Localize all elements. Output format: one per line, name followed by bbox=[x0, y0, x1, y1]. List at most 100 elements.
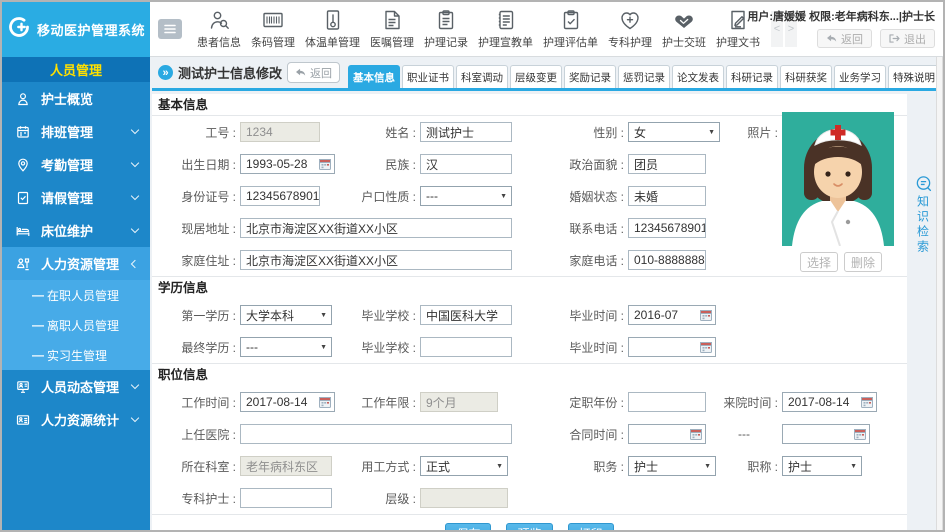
bed-icon bbox=[16, 224, 32, 238]
scrollbar[interactable] bbox=[936, 57, 943, 530]
sidebar-item-leave[interactable]: 请假管理 bbox=[2, 181, 150, 214]
sidebar-item-personnel-dynamics[interactable]: 人员动态管理 bbox=[2, 370, 150, 403]
temperature-sheet-icon bbox=[321, 8, 345, 32]
school1-field[interactable]: 中国医科大学 bbox=[420, 305, 512, 325]
page-back-button[interactable]: 返回 bbox=[287, 62, 340, 83]
sidebar-subitem-interns[interactable]: — 实习生管理 bbox=[2, 340, 150, 370]
work-start-label: 工作时间 : bbox=[156, 394, 236, 411]
contract-end-input[interactable] bbox=[782, 424, 870, 444]
toolbar-item-specialty-nursing[interactable]: 专科护理 bbox=[603, 8, 657, 50]
select-caret-icon: ▼ bbox=[320, 312, 327, 319]
tab-special-notes[interactable]: 特殊说明 bbox=[888, 65, 940, 88]
sidebar-submenu-hr: — 在职人员管理 — 离职人员管理 — 实习生管理 bbox=[2, 280, 150, 370]
sidebar-subitem-active-staff[interactable]: — 在职人员管理 bbox=[2, 280, 150, 310]
employment-type-select[interactable]: 正式▼ bbox=[420, 456, 508, 476]
specialist-nurse-field[interactable] bbox=[240, 488, 332, 508]
toolbar-item-education-sheet[interactable]: 护理宣教单 bbox=[473, 8, 538, 50]
logout-button[interactable]: 退出 bbox=[880, 29, 935, 48]
prev-hospital-field[interactable] bbox=[240, 424, 512, 444]
job-title-label: 职称 : bbox=[698, 458, 778, 475]
phone-field[interactable]: 12345678901 bbox=[628, 218, 706, 238]
toolbar-item-assessment-sheet[interactable]: 护理评估单 bbox=[538, 8, 603, 50]
ethnicity-field[interactable]: 汉 bbox=[420, 154, 512, 174]
work-years-label: 工作年限 : bbox=[338, 394, 416, 411]
nursing-record-icon bbox=[434, 8, 458, 32]
toolbar-item-medical-orders[interactable]: 医嘱管理 bbox=[365, 8, 419, 50]
title-year-label: 定职年份 : bbox=[544, 394, 624, 411]
tab-penalties[interactable]: 惩罚记录 bbox=[618, 65, 670, 88]
job-title-select[interactable]: 护士▼ bbox=[782, 456, 862, 476]
photo-delete-button[interactable]: 删除 bbox=[844, 252, 882, 272]
nurse-photo bbox=[782, 112, 894, 246]
schedule-calendar-icon bbox=[16, 125, 32, 139]
tab-research-records[interactable]: 科研记录 bbox=[726, 65, 778, 88]
family-phone-field[interactable]: 010-88888888 bbox=[628, 250, 706, 270]
user-block: 用户:唐媛媛 权限:老年病科东...|护士长 返回 退出 bbox=[747, 8, 935, 48]
top-back-button[interactable]: 返回 bbox=[817, 29, 872, 48]
toolbar-item-patient-info[interactable]: 患者信息 bbox=[192, 8, 246, 50]
marital-status-field[interactable]: 未婚 bbox=[628, 186, 706, 206]
personnel-dynamics-icon bbox=[16, 380, 32, 394]
page-title: 测试护士信息修改 bbox=[178, 63, 282, 82]
sidebar-item-hr-management[interactable]: 人力资源管理 bbox=[2, 247, 150, 280]
sidebar-item-bed-maintenance[interactable]: 床位维护 bbox=[2, 214, 150, 247]
sidebar-item-nurse-overview[interactable]: 护士概览 bbox=[2, 82, 150, 115]
family-address-field[interactable]: 北京市海淀区XX街道XX小区 bbox=[240, 250, 512, 270]
tab-level-change[interactable]: 层级变更 bbox=[510, 65, 562, 88]
save-button[interactable]: 保存 bbox=[445, 523, 491, 532]
political-status-field[interactable]: 团员 bbox=[628, 154, 706, 174]
school2-field[interactable] bbox=[420, 337, 512, 357]
final-degree-select[interactable]: ---▼ bbox=[240, 337, 332, 357]
preview-button[interactable]: 预览 bbox=[506, 523, 552, 532]
toolbar-item-temperature-sheet[interactable]: 体温单管理 bbox=[300, 8, 365, 50]
logout-icon bbox=[889, 34, 900, 43]
tab-awards[interactable]: 奖励记录 bbox=[564, 65, 616, 88]
app-logo-icon bbox=[7, 15, 31, 44]
work-start-input[interactable]: 2017-08-14 bbox=[240, 392, 335, 412]
political-status-label: 政治面貌 : bbox=[544, 156, 624, 173]
photo-select-button[interactable]: 选择 bbox=[800, 252, 838, 272]
grad-time2-input[interactable] bbox=[628, 337, 716, 357]
calendar-icon bbox=[861, 396, 873, 408]
sidebar-item-attendance[interactable]: 考勤管理 bbox=[2, 148, 150, 181]
select-caret-icon: ▼ bbox=[850, 463, 857, 470]
select-caret-icon: ▼ bbox=[500, 193, 507, 200]
tab-publications[interactable]: 论文发表 bbox=[672, 65, 724, 88]
marital-status-label: 婚姻状态 : bbox=[544, 188, 624, 205]
contract-time-label: 合同时间 : bbox=[544, 426, 624, 443]
id-number-field[interactable]: 1234567890123 bbox=[240, 186, 320, 206]
grad-time1-input[interactable]: 2016-07 bbox=[628, 305, 716, 325]
tab-department-transfer[interactable]: 科室调动 bbox=[456, 65, 508, 88]
birth-date-label: 出生日期 : bbox=[156, 156, 236, 173]
barcode-icon bbox=[261, 8, 285, 32]
tab-certificates[interactable]: 职业证书 bbox=[402, 65, 454, 88]
menu-toggle-button[interactable] bbox=[158, 19, 182, 39]
tab-basic-info[interactable]: 基本信息 bbox=[348, 65, 400, 88]
hospital-join-input[interactable]: 2017-08-14 bbox=[782, 392, 877, 412]
phone-label: 联系电话 : bbox=[544, 220, 624, 237]
birth-date-input[interactable]: 1993-05-28 bbox=[240, 154, 335, 174]
knowledge-search-tab[interactable]: 知识检索 bbox=[913, 175, 933, 255]
first-degree-select[interactable]: 大学本科▼ bbox=[240, 305, 332, 325]
title-year-field[interactable] bbox=[628, 392, 706, 412]
sidebar-subitem-former-staff[interactable]: — 离职人员管理 bbox=[2, 310, 150, 340]
nurse-overview-icon bbox=[16, 92, 32, 106]
app-logo-area: 移动医护管理系统 bbox=[2, 2, 150, 57]
tab-research-awards[interactable]: 科研获奖 bbox=[780, 65, 832, 88]
toolbar-item-shift-handover[interactable]: 护士交班 bbox=[657, 8, 711, 50]
school1-label: 毕业学校 : bbox=[338, 307, 416, 324]
dash-bullet: — bbox=[32, 318, 44, 332]
shift-handover-icon bbox=[672, 8, 696, 32]
household-type-select[interactable]: ---▼ bbox=[420, 186, 512, 206]
current-address-field[interactable]: 北京市海淀区XX街道XX小区 bbox=[240, 218, 512, 238]
tab-training[interactable]: 业务学习 bbox=[834, 65, 886, 88]
print-button[interactable]: 打印 bbox=[568, 523, 614, 532]
hamburger-icon bbox=[163, 23, 177, 35]
sidebar-item-hr-statistics[interactable]: 人力资源统计 bbox=[2, 403, 150, 436]
sidebar-item-schedule[interactable]: 排班管理 bbox=[2, 115, 150, 148]
name-field[interactable]: 测试护士 bbox=[420, 122, 512, 142]
gender-label: 性别 : bbox=[544, 124, 624, 141]
toolbar-item-nursing-record[interactable]: 护理记录 bbox=[419, 8, 473, 50]
contract-start-input[interactable] bbox=[628, 424, 706, 444]
toolbar-item-barcode[interactable]: 条码管理 bbox=[246, 8, 300, 50]
